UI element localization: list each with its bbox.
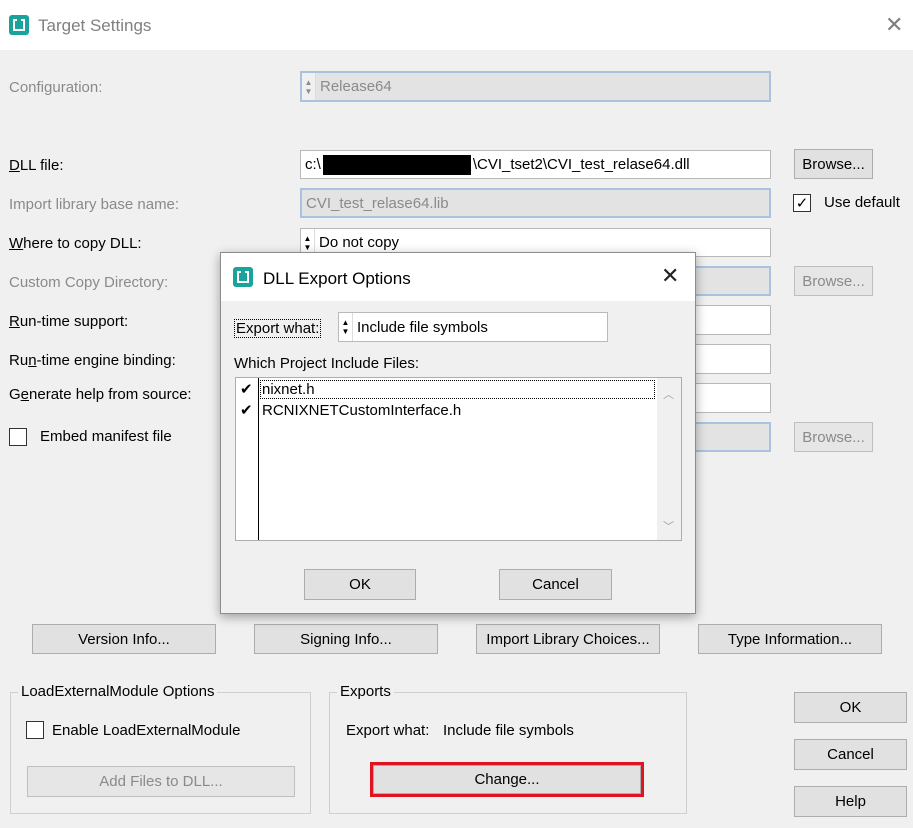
dll-file-input[interactable]: c:\ \CVI_tset2\CVI_test_relase64.dll (300, 150, 771, 179)
check-icon[interactable]: ✔ (240, 380, 253, 398)
cvi-app-icon (233, 267, 253, 287)
list-item[interactable]: nixnet.h (260, 380, 655, 399)
scroll-up-icon[interactable]: ︿ (663, 386, 674, 402)
highlight-box (370, 762, 644, 797)
enable-load-external-checkbox[interactable] (26, 721, 44, 739)
spin-arrows-icon[interactable]: ▲ ▼ (339, 313, 353, 341)
list-item[interactable]: RCNIXNETCustomInterface.h (262, 402, 461, 419)
configuration-label: Configuration: (9, 79, 103, 96)
check-icon[interactable]: ✔ (240, 401, 253, 419)
include-files-label: Which Project Include Files: (234, 355, 420, 372)
runtime-engine-label: Run-time engine binding: (9, 352, 176, 369)
dialog-cancel-button[interactable]: Cancel (499, 569, 612, 600)
scroll-down-icon[interactable]: ﹀ (663, 518, 674, 534)
import-lib-label: Import library base name: (9, 196, 180, 213)
type-information-button[interactable]: Type Information... (698, 624, 882, 654)
dialog-export-what-value: Include file symbols (357, 318, 488, 336)
dll-export-options-dialog: DLL Export Options ✕ Export what: ▲ ▼ Inc… (220, 252, 696, 614)
dialog-export-what-ring[interactable]: ▲ ▼ Include file symbols (338, 312, 608, 342)
where-copy-value: Do not copy (319, 234, 400, 251)
where-copy-label: Where to copy DLL: (9, 235, 142, 252)
redacted-path-block (322, 154, 471, 175)
use-default-label: Use default (824, 194, 900, 211)
runtime-support-label: Run-time support: (9, 313, 129, 330)
close-icon[interactable]: ✕ (885, 14, 903, 36)
embed-manifest-checkbox[interactable] (9, 428, 27, 446)
dll-file-suffix: \CVI_tset2\CVI_test_relase64.dll (472, 156, 690, 173)
include-files-list[interactable]: ︿ ﹀ ✔ nixnet.h ✔ RCNIXNETCustomInterface… (235, 377, 682, 541)
cvi-app-icon (9, 15, 29, 35)
dialog-ok-button[interactable]: OK (304, 569, 416, 600)
browse-custom-button: Browse... (794, 266, 873, 296)
checkmark-icon: ✓ (795, 194, 809, 212)
dll-file-label: DLL file: (9, 157, 64, 174)
help-button[interactable]: Help (794, 786, 907, 817)
exports-group-title: Exports (337, 683, 394, 700)
dialog-export-what-label: Export what: (234, 319, 322, 338)
enable-load-external-label: Enable LoadExternalModule (52, 722, 241, 739)
dialog-close-icon[interactable]: ✕ (661, 265, 679, 287)
dll-file-prefix: c:\ (305, 156, 321, 173)
list-scrollbar[interactable]: ︿ ﹀ (657, 378, 681, 540)
signing-info-button[interactable]: Signing Info... (254, 624, 438, 654)
exports-export-what-label: Export what: (346, 722, 430, 739)
browse-dll-button[interactable]: Browse... (794, 149, 873, 179)
embed-manifest-label: Embed manifest file (40, 428, 172, 445)
import-library-choices-button[interactable]: Import Library Choices... (476, 624, 660, 654)
list-divider (258, 378, 259, 540)
configuration-ring: ▲ ▼ Release64 (300, 71, 771, 102)
load-external-group-title: LoadExternalModule Options (18, 683, 218, 700)
spin-arrows-icon: ▲ ▼ (302, 73, 316, 100)
import-lib-input: CVI_test_relase64.lib (300, 188, 771, 218)
custom-copy-label: Custom Copy Directory: (9, 274, 169, 291)
dialog-title: DLL Export Options (263, 269, 411, 288)
cancel-button[interactable]: Cancel (794, 739, 907, 770)
use-default-checkbox[interactable]: ✓ (793, 194, 811, 212)
configuration-value: Release64 (320, 78, 392, 95)
browse-manifest-button: Browse... (794, 422, 873, 452)
window-title: Target Settings (38, 16, 152, 35)
ok-button[interactable]: OK (794, 692, 907, 723)
exports-export-what-value: Include file symbols (443, 722, 574, 739)
generate-help-label: Generate help from source: (9, 386, 192, 403)
add-files-to-dll-button: Add Files to DLL... (27, 766, 295, 797)
version-info-button[interactable]: Version Info... (32, 624, 216, 654)
